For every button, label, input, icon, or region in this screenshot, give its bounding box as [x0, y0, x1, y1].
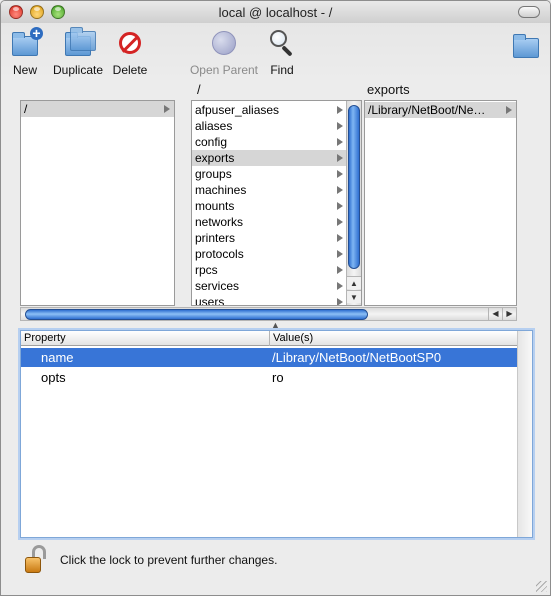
- delete-button[interactable]: Delete: [110, 27, 150, 77]
- list-item-label: aliases: [195, 119, 233, 133]
- browser-column-3: /Library/NetBoot/Ne…: [364, 100, 517, 306]
- list-item[interactable]: groups: [192, 166, 347, 182]
- list-item[interactable]: machines: [192, 182, 347, 198]
- list-item-label: services: [195, 279, 240, 293]
- browser-column-2: afpuser_aliases aliases config exports g…: [191, 100, 362, 306]
- list-item-label: networks: [195, 215, 244, 229]
- toolbar-toggle-button[interactable]: [518, 6, 540, 18]
- chevron-right-icon: [337, 266, 343, 274]
- list-item[interactable]: networks: [192, 214, 347, 230]
- list-item-label: afpuser_aliases: [195, 103, 280, 117]
- list-item-label: mounts: [195, 199, 235, 213]
- list-item-label: machines: [195, 183, 247, 197]
- netinfo-manager-window: local @ localhost - / + New Duplicate De…: [0, 0, 551, 596]
- toolbar: + New Duplicate Delete Open Parent Find: [1, 23, 550, 79]
- chevron-right-icon: [337, 218, 343, 226]
- property-cell: opts: [41, 370, 66, 385]
- table-row[interactable]: name /Library/NetBoot/NetBootSP0: [21, 348, 517, 367]
- list-item-label: exports: [195, 151, 235, 165]
- list-item[interactable]: services: [192, 278, 347, 294]
- unlocked-lock-icon[interactable]: [24, 545, 48, 575]
- table-row[interactable]: opts ro: [21, 368, 517, 387]
- list-item[interactable]: /: [21, 101, 174, 117]
- vertical-scroll-thumb[interactable]: [348, 105, 360, 269]
- new-button[interactable]: + New: [7, 26, 43, 77]
- magnifier-icon: [266, 27, 298, 59]
- chevron-right-icon: [337, 138, 343, 146]
- scroll-down-arrow-icon[interactable]: ▼: [347, 290, 361, 303]
- list-item[interactable]: mounts: [192, 198, 347, 214]
- list-item[interactable]: exports: [192, 150, 347, 166]
- list-item-label: printers: [195, 231, 236, 245]
- chevron-right-icon: [337, 154, 343, 162]
- value-cell[interactable]: ro: [272, 368, 284, 387]
- value-cell[interactable]: /Library/NetBoot/NetBootSP0: [272, 348, 441, 367]
- table-vertical-scrollbar[interactable]: [517, 331, 532, 537]
- chevron-right-icon: [337, 282, 343, 290]
- chevron-right-icon: [164, 105, 170, 113]
- chevron-right-icon: [337, 234, 343, 242]
- scroll-left-arrow-icon[interactable]: ◀: [488, 308, 502, 320]
- directory-browser: / afpuser_aliases aliases config exports…: [20, 100, 517, 322]
- chevron-right-icon: [337, 170, 343, 178]
- new-folder-icon: +: [9, 26, 43, 59]
- duplicate-button[interactable]: Duplicate: [49, 27, 107, 77]
- window-title: local @ localhost - /: [218, 5, 333, 20]
- values-column-header[interactable]: Value(s): [269, 331, 517, 346]
- duplicate-folders-icon: [62, 27, 96, 59]
- chevron-right-icon: [337, 106, 343, 114]
- scroll-right-arrow-icon[interactable]: ▶: [502, 308, 516, 320]
- list-item[interactable]: protocols: [192, 246, 347, 262]
- list-item-label: /Library/NetBoot/Ne…: [368, 103, 486, 117]
- lock-message: Click the lock to prevent further change…: [60, 553, 278, 567]
- chevron-right-icon: [337, 186, 343, 194]
- split-view-handle-icon[interactable]: ▲: [271, 320, 280, 330]
- duplicate-label: Duplicate: [52, 63, 104, 77]
- open-parent-label: Open Parent: [189, 63, 259, 77]
- open-parent-button[interactable]: Open Parent: [189, 27, 259, 77]
- resize-grip-icon[interactable]: [536, 581, 547, 592]
- property-cell: name: [41, 350, 74, 365]
- delete-label: Delete: [112, 63, 148, 77]
- list-item-label: rpcs: [195, 263, 218, 277]
- new-label: New: [12, 63, 37, 77]
- chevron-right-icon: [506, 106, 512, 114]
- find-label: Find: [270, 63, 294, 77]
- column2-vertical-scrollbar[interactable]: ▲ ▼: [346, 101, 361, 305]
- browser-horizontal-scrollbar[interactable]: ◀ ▶: [20, 307, 517, 321]
- chevron-right-icon: [337, 122, 343, 130]
- list-item-label: protocols: [195, 247, 244, 261]
- list-item[interactable]: printers: [192, 230, 347, 246]
- properties-table: Property Value(s) name /Library/NetBoot/…: [20, 330, 533, 538]
- folder-icon[interactable]: [510, 29, 542, 61]
- chevron-right-icon: [337, 250, 343, 258]
- list-item[interactable]: config: [192, 134, 347, 150]
- scroll-up-arrow-icon[interactable]: ▲: [347, 276, 361, 289]
- list-item[interactable]: users: [192, 294, 347, 306]
- table-header: Property Value(s): [21, 331, 517, 346]
- column3-header: exports: [367, 82, 410, 97]
- chevron-right-icon: [337, 298, 343, 305]
- list-item-label: users: [195, 295, 225, 306]
- list-item-label: /: [24, 102, 28, 116]
- find-button[interactable]: Find: [266, 27, 298, 77]
- list-item[interactable]: afpuser_aliases: [192, 102, 347, 118]
- chevron-right-icon: [337, 202, 343, 210]
- list-item[interactable]: aliases: [192, 118, 347, 134]
- list-item[interactable]: rpcs: [192, 262, 347, 278]
- property-column-header[interactable]: Property: [21, 331, 269, 346]
- title-bar[interactable]: local @ localhost - /: [1, 1, 550, 23]
- list-item[interactable]: /Library/NetBoot/Ne…: [365, 102, 516, 118]
- browser-column-1: /: [20, 100, 175, 306]
- list-item-label: config: [195, 135, 228, 149]
- horizontal-scroll-thumb[interactable]: [25, 309, 368, 320]
- delete-icon: [114, 27, 146, 59]
- list-item-label: groups: [195, 167, 232, 181]
- column2-header: /: [197, 82, 201, 97]
- globe-icon: [208, 27, 240, 59]
